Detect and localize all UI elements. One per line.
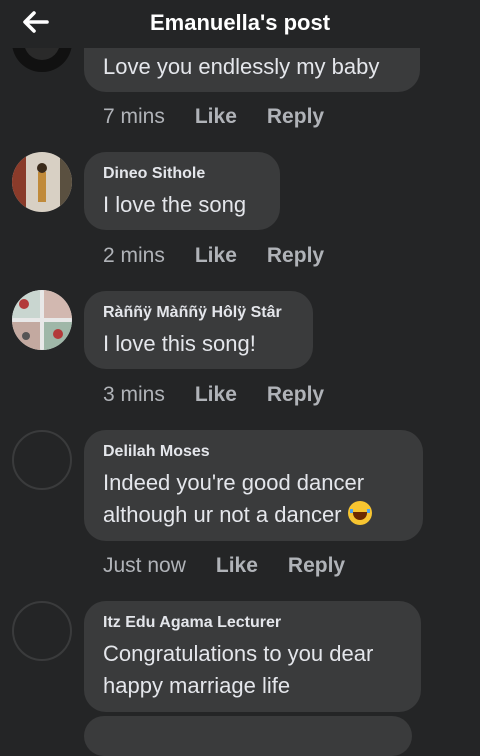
commenter-name[interactable]: Ràññÿ Màññÿ Hôlÿ Stâr <box>103 304 293 322</box>
comment-bubble[interactable] <box>84 716 412 756</box>
avatar-image <box>12 290 72 350</box>
like-button[interactable]: Like <box>195 383 237 407</box>
comment-time: Just now <box>103 554 186 577</box>
comment-text-line: although ur not a dancer <box>103 499 403 531</box>
comment-bubble[interactable]: Dineo Sithole I love the song <box>84 152 280 230</box>
comment-text: Love you endlessly my baby <box>103 54 380 79</box>
comment-actions: Just now Like Reply <box>103 554 345 578</box>
like-button[interactable]: Like <box>195 244 237 268</box>
comment-bubble[interactable]: Delilah Moses Indeed you're good dancer … <box>84 430 423 541</box>
comment-actions: 2 mins Like Reply <box>103 244 324 268</box>
comment-actions: 3 mins Like Reply <box>103 383 324 407</box>
commenter-name[interactable]: Dineo Sithole <box>103 165 260 183</box>
like-button[interactable]: Like <box>216 554 258 578</box>
reply-button[interactable]: Reply <box>267 244 324 268</box>
laughing-emoji-icon <box>347 501 372 525</box>
comment-time: 2 mins <box>103 244 165 267</box>
page-title: Emanuella's post <box>149 10 331 35</box>
comments-list: Love you endlessly my baby 7 mins Like R… <box>0 0 480 756</box>
top-bar: Emanuella's post <box>0 0 480 48</box>
avatar[interactable] <box>12 430 72 490</box>
avatar-image <box>12 152 72 212</box>
avatar[interactable] <box>12 601 72 661</box>
comment-text-line-content: although ur not a dancer <box>103 502 342 527</box>
reply-button[interactable]: Reply <box>267 383 324 407</box>
comment-actions: 7 mins Like Reply <box>103 105 324 129</box>
avatar[interactable] <box>12 290 72 350</box>
comment-text: I love this song! <box>103 331 256 356</box>
comment-text-line: happy marriage life <box>103 673 291 698</box>
comment-bubble[interactable]: Ràññÿ Màññÿ Hôlÿ Stâr I love this song! <box>84 291 313 369</box>
comment-text-line: Congratulations to you dear <box>103 641 374 666</box>
like-button[interactable]: Like <box>195 105 237 129</box>
comment-time: 7 mins <box>103 105 165 128</box>
comment-text: I love the song <box>103 192 247 217</box>
avatar[interactable] <box>12 152 72 212</box>
comment-text-line: Indeed you're good dancer <box>103 470 365 495</box>
commenter-name[interactable]: Itz Edu Agama Lecturer <box>103 614 401 632</box>
reply-button[interactable]: Reply <box>288 554 345 578</box>
commenter-name[interactable]: Delilah Moses <box>103 443 403 461</box>
comment-bubble[interactable]: Itz Edu Agama Lecturer Congratulations t… <box>84 601 421 712</box>
reply-button[interactable]: Reply <box>267 105 324 129</box>
comment-time: 3 mins <box>103 383 165 406</box>
